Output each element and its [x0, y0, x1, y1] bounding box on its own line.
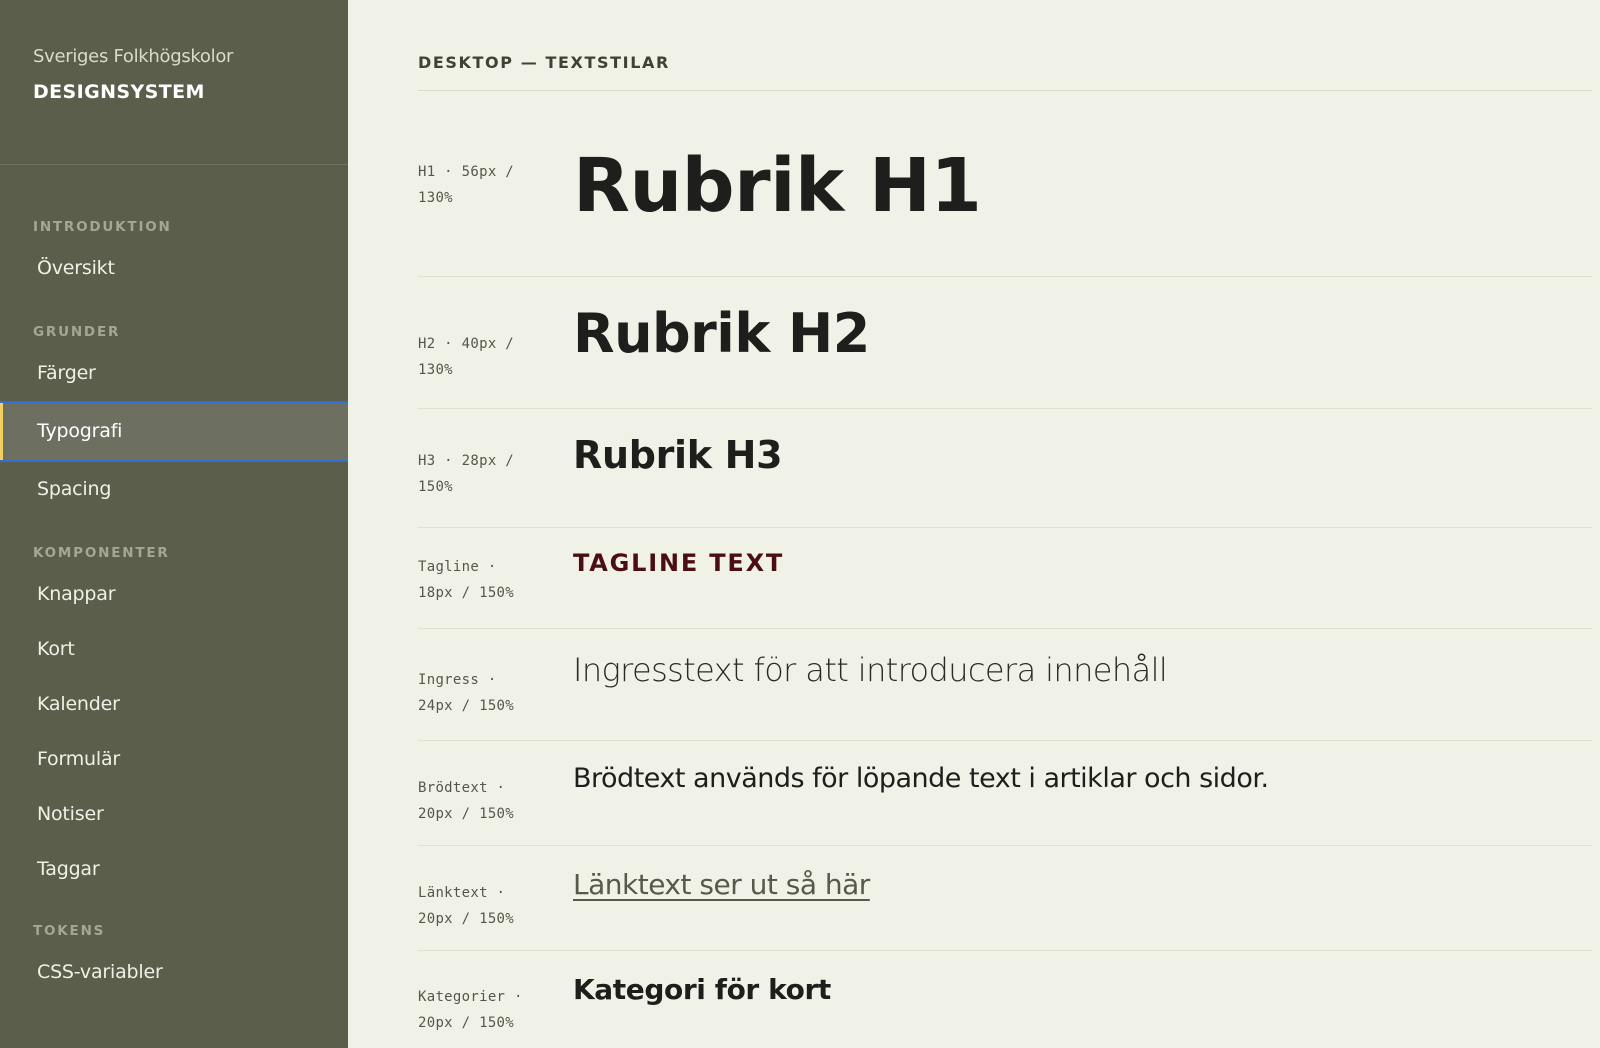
sidebar-item-kalender[interactable]: Kalender [0, 677, 348, 732]
spec-line: Länktext · [418, 885, 506, 901]
style-spec: Tagline · 18px / 150% [418, 528, 573, 628]
spec-line: 130% [418, 362, 453, 378]
body-text-sample: Brödtext används för löpande text i arti… [573, 763, 1269, 794]
sidebar: Sveriges Folkhögskolor DESIGNSYSTEM INTR… [0, 0, 348, 1048]
sidebar-nav: INTRODUKTION Översikt GRUNDER Färger Typ… [0, 165, 348, 1000]
sidebar-item-knappar[interactable]: Knappar [0, 567, 348, 622]
sidebar-item-formular[interactable]: Formulär [0, 732, 348, 787]
brand-product: DESIGNSYSTEM [33, 81, 205, 103]
page-title: DESKTOP — TEXTSTILAR [418, 53, 1592, 91]
nav-section-komponenter: KOMPONENTER [33, 545, 170, 561]
nav-section-grunder: GRUNDER [33, 324, 121, 340]
spec-line: Tagline · [418, 559, 497, 575]
sidebar-item-spacing[interactable]: Spacing [0, 462, 348, 517]
spec-line: H3 · 28px / [418, 453, 515, 469]
style-row-h3: H3 · 28px / 150% Rubrik H3 [418, 409, 1592, 528]
h1-sample: Rubrik H1 [573, 143, 982, 229]
spec-line: 24px / 150% [418, 698, 515, 714]
link-sample-wrap: Länktext ser ut så här [573, 846, 1592, 950]
spec-line: 150% [418, 479, 453, 495]
sidebar-item-farger[interactable]: Färger [0, 346, 348, 401]
style-row-lanktext: Länktext · 20px / 150% Länktext ser ut s… [418, 846, 1592, 951]
sidebar-item-taggar[interactable]: Taggar [0, 842, 348, 897]
sidebar-item-typografi[interactable]: Typografi [0, 401, 348, 462]
sidebar-item-kort[interactable]: Kort [0, 622, 348, 677]
spec-line: 130% [418, 190, 453, 206]
spec-line: Brödtext · [418, 780, 506, 796]
spec-line: 18px / 150% [418, 585, 515, 601]
h3-sample: Rubrik H3 [573, 433, 783, 477]
sidebar-item-css-variabler[interactable]: CSS-variabler [0, 945, 348, 1000]
style-row-brodtext: Brödtext · 20px / 150% Brödtext används … [418, 741, 1592, 846]
app: Sveriges Folkhögskolor DESIGNSYSTEM INTR… [0, 0, 1600, 1048]
spec-line: 20px / 150% [418, 806, 515, 822]
sidebar-item-notiser[interactable]: Notiser [0, 787, 348, 842]
style-spec: Kategorier · 20px / 150% [418, 951, 573, 1048]
style-spec: H2 · 40px / 130% [418, 277, 573, 408]
style-spec: Ingress · 24px / 150% [418, 629, 573, 740]
nav-section-tokens: TOKENS [33, 923, 106, 939]
spec-line: Kategorier · [418, 989, 523, 1005]
spec-line: H2 · 40px / [418, 336, 515, 352]
spec-line: 20px / 150% [418, 911, 515, 927]
main-content: DESKTOP — TEXTSTILAR H1 · 56px / 130% Ru… [348, 0, 1600, 1048]
spec-line: 20px / 150% [418, 1015, 515, 1031]
nav-section-introduktion: INTRODUKTION [33, 219, 172, 235]
style-row-kategorier: Kategorier · 20px / 150% Kategori för ko… [418, 951, 1592, 1048]
brand-org: Sveriges Folkhögskolor [33, 46, 234, 67]
style-spec: Länktext · 20px / 150% [418, 846, 573, 950]
style-row-tagline: Tagline · 18px / 150% TAGLINE TEXT [418, 528, 1592, 629]
spec-line: H1 · 56px / [418, 164, 515, 180]
brand: Sveriges Folkhögskolor DESIGNSYSTEM [0, 0, 348, 165]
spec-line: Ingress · [418, 672, 497, 688]
style-row-h2: H2 · 40px / 130% Rubrik H2 [418, 277, 1592, 409]
style-row-ingress: Ingress · 24px / 150% Ingresstext för at… [418, 629, 1592, 741]
tagline-sample: TAGLINE TEXT [573, 549, 785, 577]
link-text-sample[interactable]: Länktext ser ut så här [573, 868, 870, 901]
style-spec: H3 · 28px / 150% [418, 409, 573, 527]
h2-sample: Rubrik H2 [573, 302, 870, 365]
category-sample: Kategori för kort [573, 973, 831, 1006]
ingress-sample: Ingresstext för att introducera innehåll [573, 651, 1168, 689]
style-row-h1: H1 · 56px / 130% Rubrik H1 [418, 91, 1592, 277]
sidebar-item-oversikt[interactable]: Översikt [0, 241, 348, 296]
style-spec: Brödtext · 20px / 150% [418, 741, 573, 845]
style-spec: H1 · 56px / 130% [418, 91, 573, 276]
